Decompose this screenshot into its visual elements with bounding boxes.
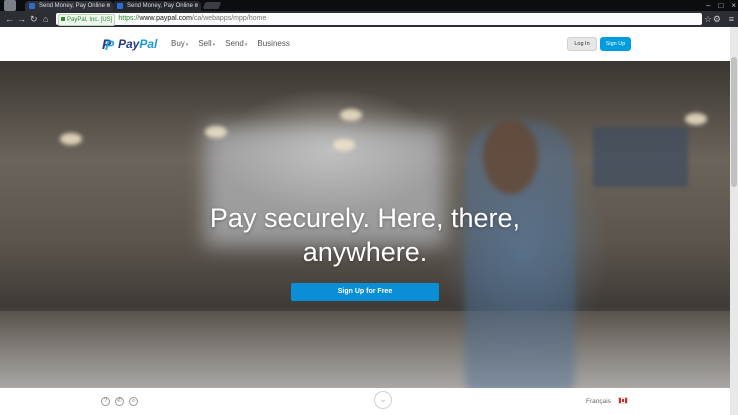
maximize-icon[interactable]: □ bbox=[718, 0, 723, 11]
new-tab-button[interactable] bbox=[202, 2, 222, 9]
page-footer-strip: ? ✆ ⌕ ⌄ Français bbox=[0, 388, 730, 415]
phone-icon[interactable]: ✆ bbox=[115, 397, 124, 406]
tab-strip: Send Money, Pay Online o × Send Money, P… bbox=[0, 0, 738, 11]
browser-window: Send Money, Pay Online o × Send Money, P… bbox=[0, 0, 738, 415]
nav-item-sell[interactable]: Sell▾ bbox=[198, 39, 215, 48]
browser-toolbar: ← → ↻ ⌂ PayPal, Inc. [US] https://www.pay… bbox=[0, 11, 738, 27]
chevron-down-icon: ▾ bbox=[185, 42, 189, 48]
reload-icon[interactable]: ↻ bbox=[30, 12, 38, 26]
home-icon[interactable]: ⌂ bbox=[43, 12, 48, 26]
menu-icon[interactable]: ≡ bbox=[729, 11, 734, 27]
nav-item-buy[interactable]: Buy▾ bbox=[171, 39, 188, 48]
hero-headline: Pay securely. Here, there, anywhere. bbox=[209, 203, 521, 267]
canada-flag-icon[interactable] bbox=[618, 397, 628, 404]
lock-icon bbox=[61, 17, 65, 22]
tab-close-icon[interactable]: × bbox=[194, 1, 198, 11]
user-avatar-icon[interactable] bbox=[4, 0, 16, 11]
language-link[interactable]: Français bbox=[586, 398, 611, 405]
main-nav: Buy▾ Sell▾ Send▾ Business bbox=[171, 39, 290, 48]
chevron-down-icon: ▾ bbox=[212, 42, 216, 48]
close-window-icon[interactable]: × bbox=[731, 0, 736, 11]
site-header: P P PayPal Buy▾ Sell▾ Send▾ Business Log… bbox=[0, 27, 730, 61]
webpage: P P PayPal Buy▾ Sell▾ Send▾ Business Log… bbox=[0, 27, 730, 415]
nav-item-send[interactable]: Send▾ bbox=[225, 39, 247, 48]
search-icon[interactable]: ⌕ bbox=[129, 397, 138, 406]
nav-item-business[interactable]: Business bbox=[257, 39, 289, 48]
paypal-logo[interactable]: P P PayPal bbox=[102, 35, 157, 53]
window-controls: – □ × bbox=[706, 0, 736, 11]
star-icon[interactable]: ☆ bbox=[704, 11, 712, 27]
minimize-icon[interactable]: – bbox=[706, 0, 710, 11]
page-scrollbar[interactable] bbox=[730, 27, 738, 415]
forward-icon[interactable]: → bbox=[17, 12, 26, 26]
address-bar[interactable]: PayPal, Inc. [US] https://www.paypal.com/… bbox=[56, 13, 702, 26]
wrench-icon[interactable]: ⚙ bbox=[713, 11, 721, 27]
paypal-favicon-icon bbox=[117, 3, 123, 9]
ev-certificate-badge[interactable]: PayPal, Inc. [US] bbox=[58, 14, 116, 26]
tab-title: Send Money, Pay Online o bbox=[39, 3, 110, 9]
tab-title: Send Money, Pay Online o bbox=[127, 3, 198, 9]
tab-active[interactable]: Send Money, Pay Online o × bbox=[25, 1, 113, 11]
tab-inactive[interactable]: Send Money, Pay Online o × bbox=[113, 1, 201, 11]
hero-banner: Pay securely. Here, there, anywhere. Sig… bbox=[0, 61, 730, 388]
login-button[interactable]: Log In bbox=[567, 37, 597, 51]
back-icon[interactable]: ← bbox=[5, 12, 14, 26]
paypal-p-icon: P P bbox=[102, 35, 115, 53]
scroll-down-icon[interactable]: ⌄ bbox=[374, 391, 392, 409]
help-icon[interactable]: ? bbox=[101, 397, 110, 406]
signup-button[interactable]: Sign Up bbox=[600, 37, 631, 51]
chevron-down-icon: ▾ bbox=[244, 42, 248, 48]
paypal-favicon-icon bbox=[29, 3, 35, 9]
scrollbar-thumb[interactable] bbox=[731, 57, 737, 187]
signup-free-button[interactable]: Sign Up for Free bbox=[291, 283, 439, 301]
tab-close-icon[interactable]: × bbox=[106, 1, 110, 11]
url-text: https://www.paypal.com/ca/webapps/mpp/ho… bbox=[118, 15, 267, 22]
